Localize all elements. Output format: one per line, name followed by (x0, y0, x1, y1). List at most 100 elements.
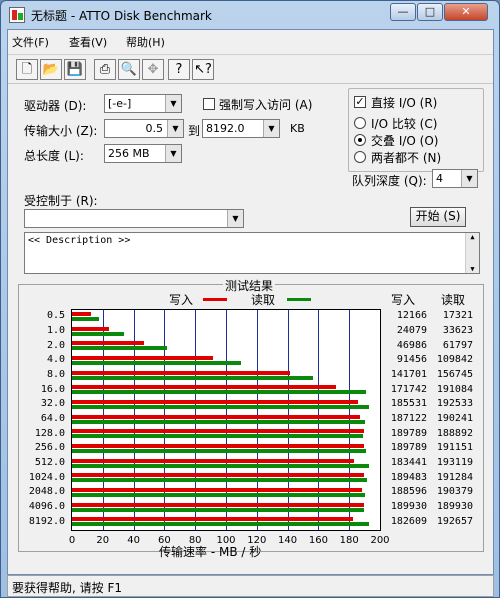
drive-label: 驱动器 (D): (24, 99, 87, 113)
radio-overlapped-io[interactable] (354, 134, 366, 146)
write-value: 12166 (396, 310, 427, 322)
x-tick-label: 140 (278, 535, 298, 546)
read-value: 193119 (436, 457, 473, 468)
open-button[interactable]: 📂 (40, 59, 62, 80)
save-button[interactable]: 💾 (64, 59, 86, 80)
read-value: 109842 (436, 354, 473, 366)
window-title: 无标题 - ATTO Disk Benchmark (31, 9, 212, 23)
client-area: 文件(F) 查看(V) 帮助(H) 🗋 📂 💾 ⎙ 🔍 ✥ ? ↖? 驱动器 (… (7, 29, 494, 575)
total-length-label: 总长度 (L): (24, 149, 84, 163)
read-value: 191284 (436, 471, 473, 483)
category-label: 1.0 (46, 325, 65, 336)
read-bar (72, 405, 369, 409)
write-value: 46986 (396, 339, 427, 351)
close-button[interactable]: ✕ (444, 3, 488, 21)
start-button[interactable]: 开始 (S) (410, 207, 466, 227)
category-label: 4096.0 (28, 501, 65, 512)
close-icon: ✕ (461, 5, 471, 18)
write-bar (72, 312, 91, 316)
chevron-down-icon[interactable]: ▼ (165, 145, 181, 162)
read-value: 191151 (436, 442, 473, 454)
drive-select[interactable]: [-e-] ▼ (104, 94, 182, 113)
force-write-checkbox[interactable] (203, 98, 215, 110)
transfer-to-select[interactable]: 8192.0 ▼ (202, 119, 280, 138)
move-button[interactable]: ✥ (142, 59, 164, 80)
maximize-button[interactable]: □ (417, 3, 443, 21)
write-value: 187122 (390, 413, 427, 424)
direct-io-checkbox[interactable]: ✓ (354, 96, 366, 108)
queue-depth-select[interactable]: 4 ▼ (432, 169, 478, 188)
chevron-down-icon[interactable]: ▼ (461, 170, 477, 187)
radio-io-compare[interactable] (354, 117, 366, 129)
controlled-by-select[interactable]: ▼ (24, 209, 244, 228)
write-value: 91456 (396, 354, 427, 366)
radio-neither-label: 两者都不 (N) (371, 151, 442, 165)
to-label: 到 (188, 124, 201, 138)
write-value: 189483 (390, 471, 427, 483)
x-tick-label: 20 (96, 535, 110, 546)
minimize-icon: — (397, 5, 409, 18)
chevron-down-icon[interactable]: ▼ (165, 95, 181, 112)
new-button[interactable]: 🗋 (16, 59, 38, 80)
write-column-header: 写入 (391, 293, 416, 307)
read-bar (72, 331, 124, 336)
x-tick-label: 200 (370, 535, 390, 546)
category-label: 64.0 (40, 413, 65, 424)
question-icon: ? (175, 62, 183, 77)
total-length-select[interactable]: 256 MB ▼ (104, 144, 182, 163)
category-label: 4.0 (46, 354, 65, 366)
transfer-from-select[interactable]: 0.5 ▼ (104, 119, 184, 138)
category-label: 1024.0 (28, 471, 65, 483)
menu-file[interactable]: 文件(F) (12, 34, 49, 50)
write-bar (72, 429, 365, 434)
pointer-help-icon: ↖? (194, 62, 212, 77)
write-bar (72, 517, 354, 522)
category-label: 8.0 (46, 369, 65, 380)
scroll-down-icon[interactable]: ▼ (466, 265, 479, 273)
menu-bar: 文件(F) 查看(V) 帮助(H) (8, 30, 493, 52)
chevron-down-icon[interactable]: ▼ (167, 120, 183, 137)
description-scrollbar[interactable]: ▲ ▼ (465, 233, 479, 273)
category-label: 256.0 (34, 442, 65, 454)
category-label: 2048.0 (28, 486, 65, 498)
write-bar (72, 488, 363, 492)
read-bar (72, 346, 168, 351)
read-bar (72, 361, 242, 365)
read-bar (72, 507, 365, 512)
read-bar (72, 375, 314, 380)
category-label: 2.0 (46, 339, 65, 351)
chevron-down-icon[interactable]: ▼ (227, 210, 243, 227)
about-button[interactable]: ? (168, 59, 190, 80)
read-bar (72, 463, 370, 468)
read-value: 17321 (442, 310, 473, 322)
radio-io-compare-label: I/O 比较 (C) (371, 117, 438, 131)
scroll-up-icon[interactable]: ▲ (466, 233, 479, 241)
menu-help[interactable]: 帮助(H) (126, 34, 165, 50)
read-bar (72, 390, 367, 395)
open-folder-icon: 📂 (42, 62, 60, 77)
menu-view[interactable]: 查看(V) (69, 34, 107, 50)
chevron-down-icon[interactable]: ▼ (263, 120, 279, 137)
title-bar[interactable]: 无标题 - ATTO Disk Benchmark — □ ✕ (1, 1, 499, 29)
write-value: 189930 (390, 501, 427, 512)
write-bar (72, 414, 361, 419)
x-tick-label: 0 (68, 535, 76, 546)
context-help-button[interactable]: ↖? (192, 59, 214, 80)
read-bar (72, 493, 366, 497)
write-bar (72, 370, 291, 375)
radio-neither[interactable] (354, 151, 366, 163)
results-chart: 测试结果 写入 读取 写入 读取 传输速率 - MB / 秒 0 20 40 60 80… (18, 277, 484, 559)
write-value: 141701 (390, 369, 427, 380)
print-button[interactable]: ⎙ (94, 59, 116, 80)
category-label: 8192.0 (28, 515, 65, 527)
drive-value: [-e-] (108, 97, 132, 110)
write-value: 183441 (390, 457, 427, 468)
description-field[interactable]: << Description >> ▲ ▼ (24, 232, 480, 274)
minimize-button[interactable]: — (390, 3, 416, 21)
plot-area (71, 309, 381, 531)
category-label: 512.0 (34, 457, 65, 468)
print-preview-button[interactable]: 🔍 (118, 59, 140, 80)
legend-read-swatch (287, 298, 311, 301)
write-bar (72, 444, 365, 448)
legend-write-label: 写入 (169, 293, 194, 307)
